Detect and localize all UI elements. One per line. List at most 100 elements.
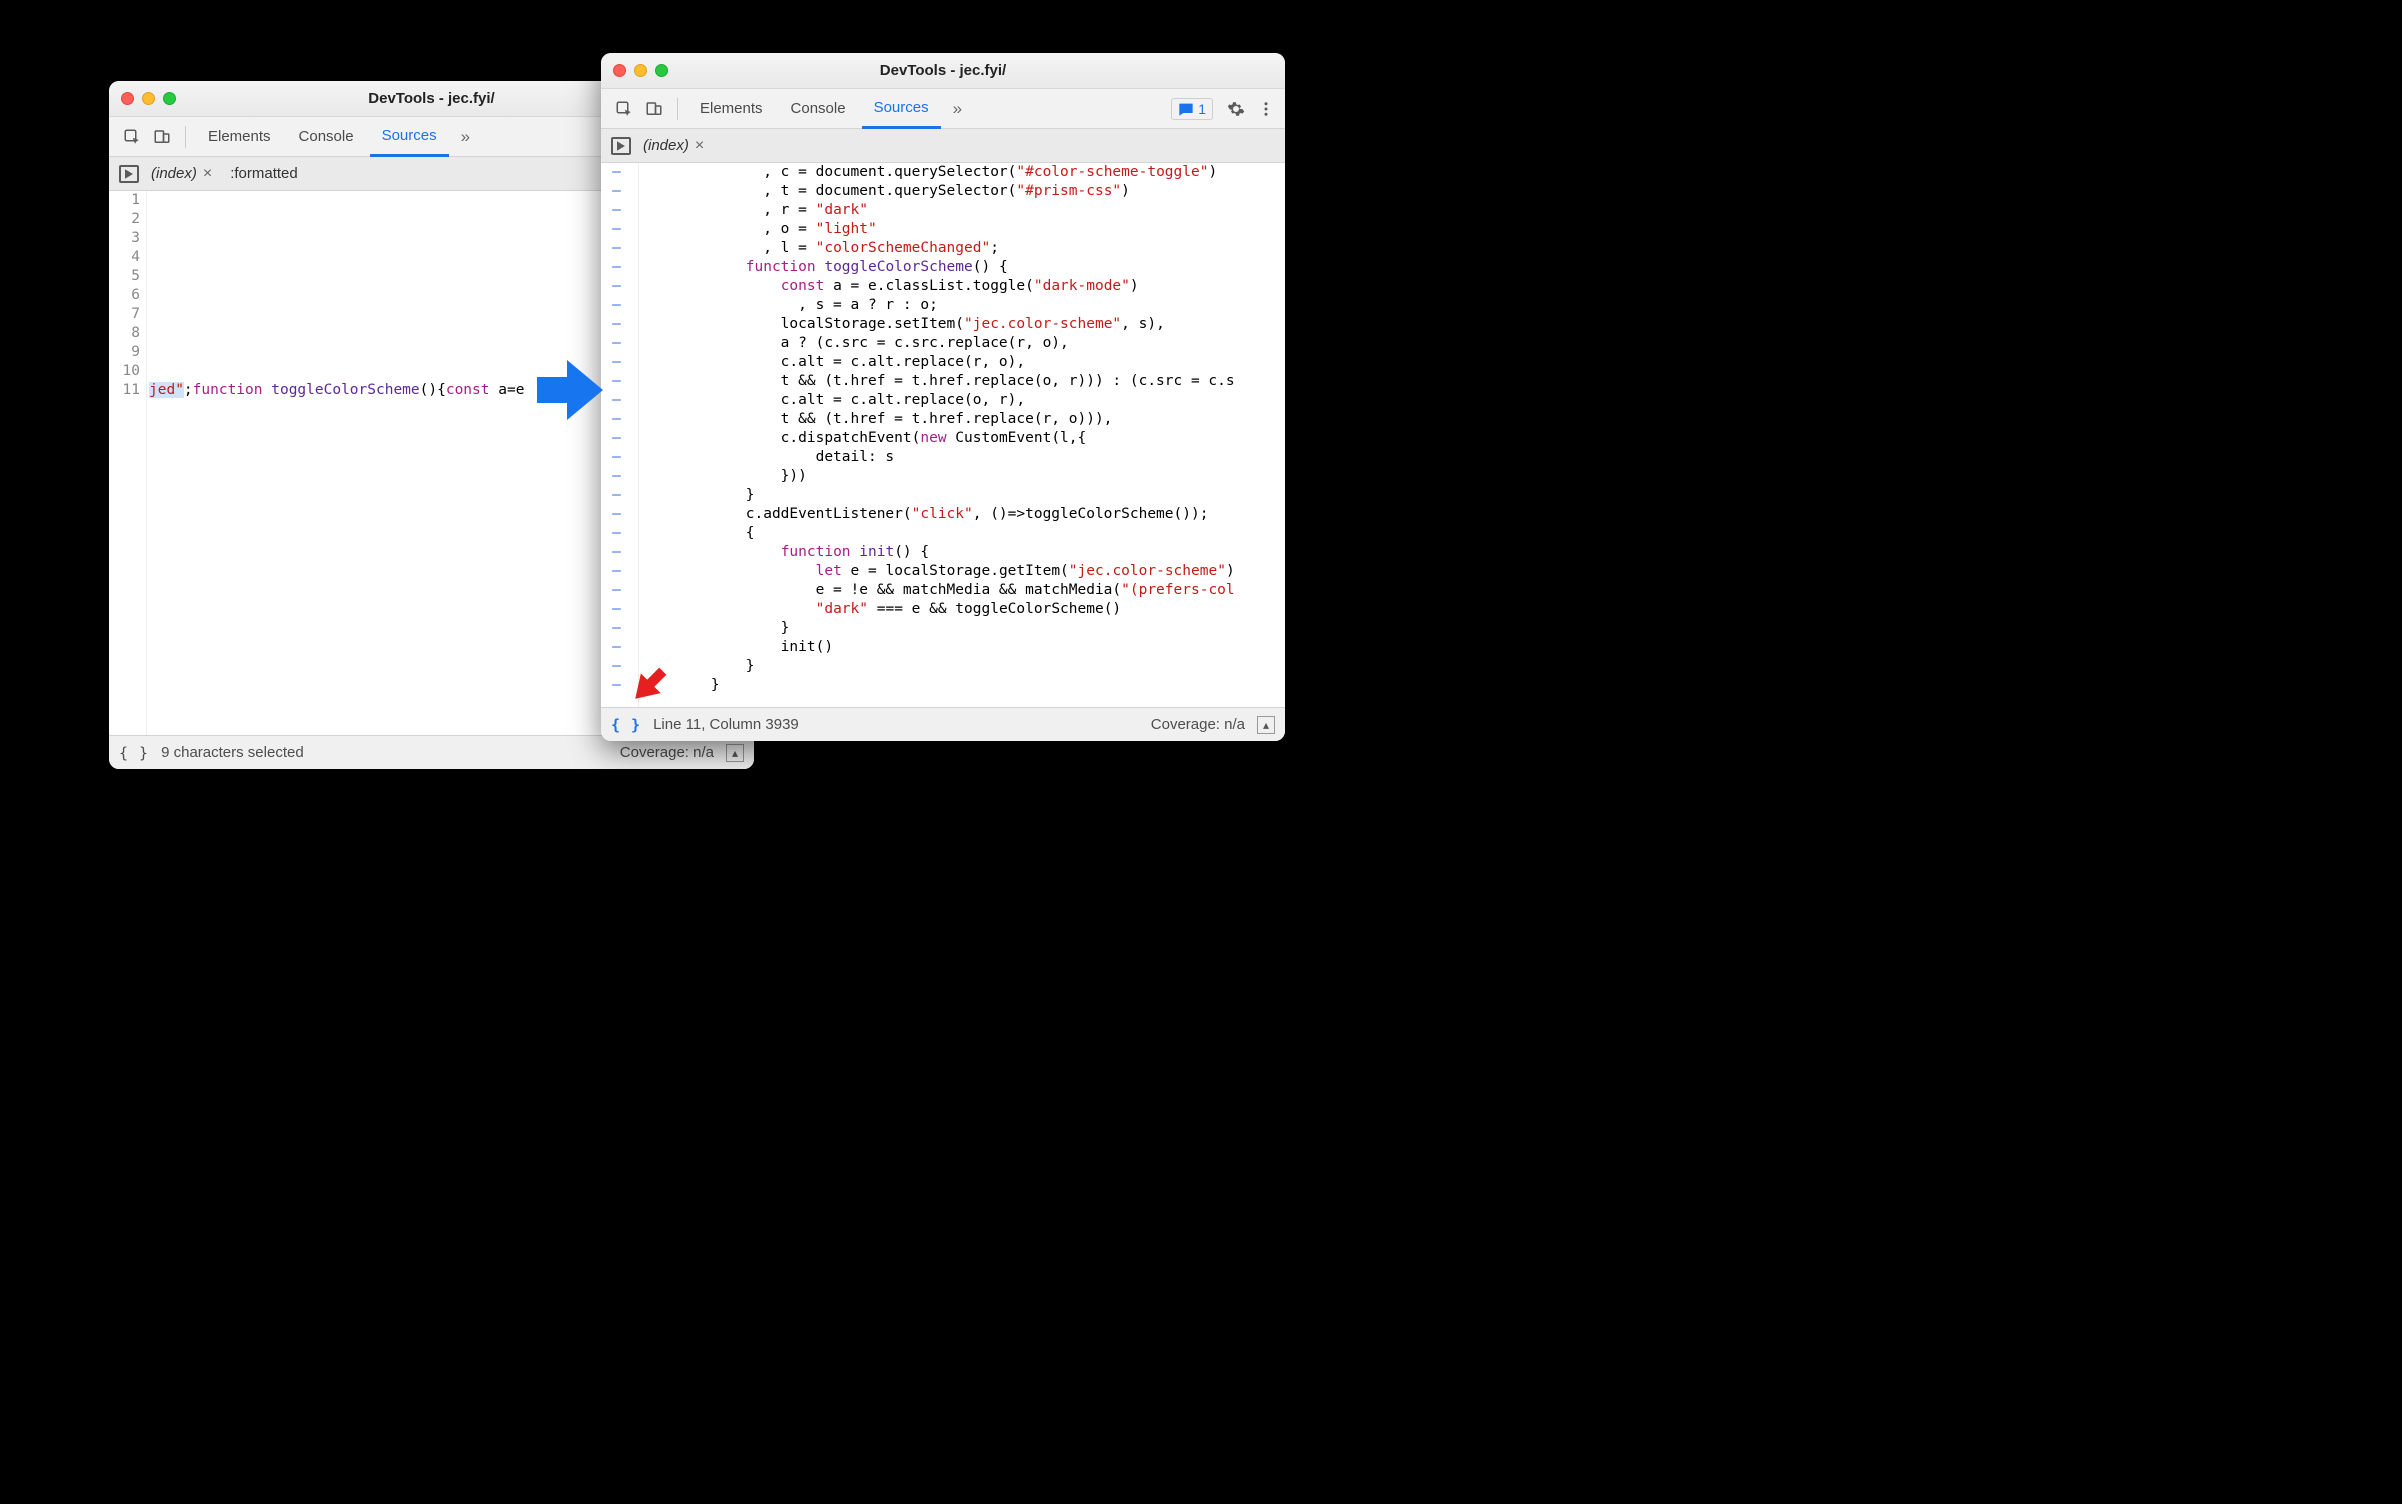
file-tab-formatted[interactable]: :formatted [222,157,306,191]
line-marker: – [601,258,632,277]
device-toggle-icon[interactable] [641,96,667,122]
more-tabs-icon[interactable]: » [453,127,478,147]
code-line[interactable]: e = !e && matchMedia && matchMedia("(pre… [641,581,1285,600]
code-line[interactable]: detail: s [641,448,1285,467]
navigator-toggle-icon[interactable] [117,162,141,186]
line-marker: – [601,239,632,258]
line-marker: – [601,543,632,562]
navigator-toggle-icon[interactable] [609,134,633,158]
code-line[interactable]: } [641,657,1285,676]
file-tab-index[interactable]: (index) × [143,157,220,191]
zoom-icon[interactable] [655,64,668,77]
line-number: 9 [109,343,140,362]
issues-badge[interactable]: 1 [1171,98,1213,120]
coverage-status: Coverage: n/a [620,744,714,761]
code-line[interactable]: c.dispatchEvent(new CustomEvent(l,{ [641,429,1285,448]
line-marker: – [601,657,632,676]
code-line[interactable]: , t = document.querySelector("#prism-css… [641,182,1285,201]
device-toggle-icon[interactable] [149,124,175,150]
line-marker: – [601,391,632,410]
code-line[interactable]: function toggleColorScheme() { [641,258,1285,277]
traffic-lights [601,64,668,77]
tab-elements[interactable]: Elements [196,117,283,157]
line-number: 1 [109,191,140,210]
code-line[interactable]: localStorage.setItem("jec.color-scheme",… [641,315,1285,334]
minimize-icon[interactable] [634,64,647,77]
code-line[interactable]: , s = a ? r : o; [641,296,1285,315]
close-icon[interactable] [121,92,134,105]
editor-tabs: (index) × [601,129,1285,163]
code-line[interactable]: } [641,619,1285,638]
line-number: 11 [109,381,140,400]
line-marker: – [601,372,632,391]
status-selection: 9 characters selected [161,744,304,761]
code-area[interactable]: , c = document.querySelector("#color-sch… [639,163,1285,707]
more-tabs-icon[interactable]: » [945,99,970,119]
show-console-icon[interactable]: ▴ [1257,716,1275,734]
tab-console[interactable]: Console [287,117,366,157]
line-marker: – [601,638,632,657]
inspect-icon[interactable] [611,96,637,122]
code-line[interactable]: t && (t.href = t.href.replace(o, r))) : … [641,372,1285,391]
annotation-arrow-right [567,360,603,420]
tab-elements[interactable]: Elements [688,89,775,129]
line-marker: – [601,581,632,600]
tab-sources[interactable]: Sources [370,117,449,157]
line-number: 8 [109,324,140,343]
code-line[interactable]: init() [641,638,1285,657]
line-marker: – [601,353,632,372]
divider [677,98,678,120]
code-line[interactable]: } [641,676,1285,695]
code-line[interactable]: , r = "dark" [641,201,1285,220]
show-console-icon[interactable]: ▴ [726,744,744,762]
line-gutter: 1234567891011 [109,191,147,735]
line-marker: – [601,410,632,429]
line-marker: – [601,334,632,353]
close-tab-icon[interactable]: × [203,166,212,182]
status-cursor: Line 11, Column 3939 [653,716,799,733]
titlebar: DevTools - jec.fyi/ [601,53,1285,89]
kebab-icon[interactable] [1253,96,1279,122]
code-line[interactable]: c.addEventListener("click", ()=>toggleCo… [641,505,1285,524]
line-marker: – [601,524,632,543]
divider [185,126,186,148]
code-line[interactable]: } [641,486,1285,505]
code-editor[interactable]: –––––––––––––––––––––––––––– , c = docum… [601,163,1285,707]
code-line[interactable]: const a = e.classList.toggle("dark-mode"… [641,277,1285,296]
zoom-icon[interactable] [163,92,176,105]
code-line[interactable]: t && (t.href = t.href.replace(r, o))), [641,410,1285,429]
code-line[interactable]: })) [641,467,1285,486]
code-line[interactable]: , c = document.querySelector("#color-sch… [641,163,1285,182]
code-line[interactable]: function init() { [641,543,1285,562]
code-line[interactable]: c.alt = c.alt.replace(o, r), [641,391,1285,410]
file-tab-index[interactable]: (index) × [635,129,712,163]
line-marker: – [601,296,632,315]
inspect-icon[interactable] [119,124,145,150]
code-line[interactable]: , o = "light" [641,220,1285,239]
line-marker: – [601,201,632,220]
code-line[interactable]: , l = "colorSchemeChanged"; [641,239,1285,258]
line-marker: – [601,619,632,638]
line-number: 5 [109,267,140,286]
line-marker: – [601,600,632,619]
minimize-icon[interactable] [142,92,155,105]
tab-sources[interactable]: Sources [862,89,941,129]
code-line[interactable]: c.alt = c.alt.replace(r, o), [641,353,1285,372]
gear-icon[interactable] [1223,96,1249,122]
close-icon[interactable] [613,64,626,77]
line-marker: – [601,220,632,239]
code-line[interactable]: "dark" === e && toggleColorScheme() [641,600,1285,619]
code-line[interactable]: let e = localStorage.getItem("jec.color-… [641,562,1285,581]
line-marker: – [601,486,632,505]
code-line[interactable]: { [641,524,1285,543]
tab-console[interactable]: Console [779,89,858,129]
pretty-print-icon[interactable]: { } [119,744,149,762]
line-marker: – [601,163,632,182]
pretty-print-icon[interactable]: { } [611,716,641,734]
close-tab-icon[interactable]: × [695,138,704,154]
line-marker: – [601,182,632,201]
traffic-lights [109,92,176,105]
line-marker: – [601,429,632,448]
code-line[interactable]: a ? (c.src = c.src.replace(r, o), [641,334,1285,353]
line-number: 2 [109,210,140,229]
